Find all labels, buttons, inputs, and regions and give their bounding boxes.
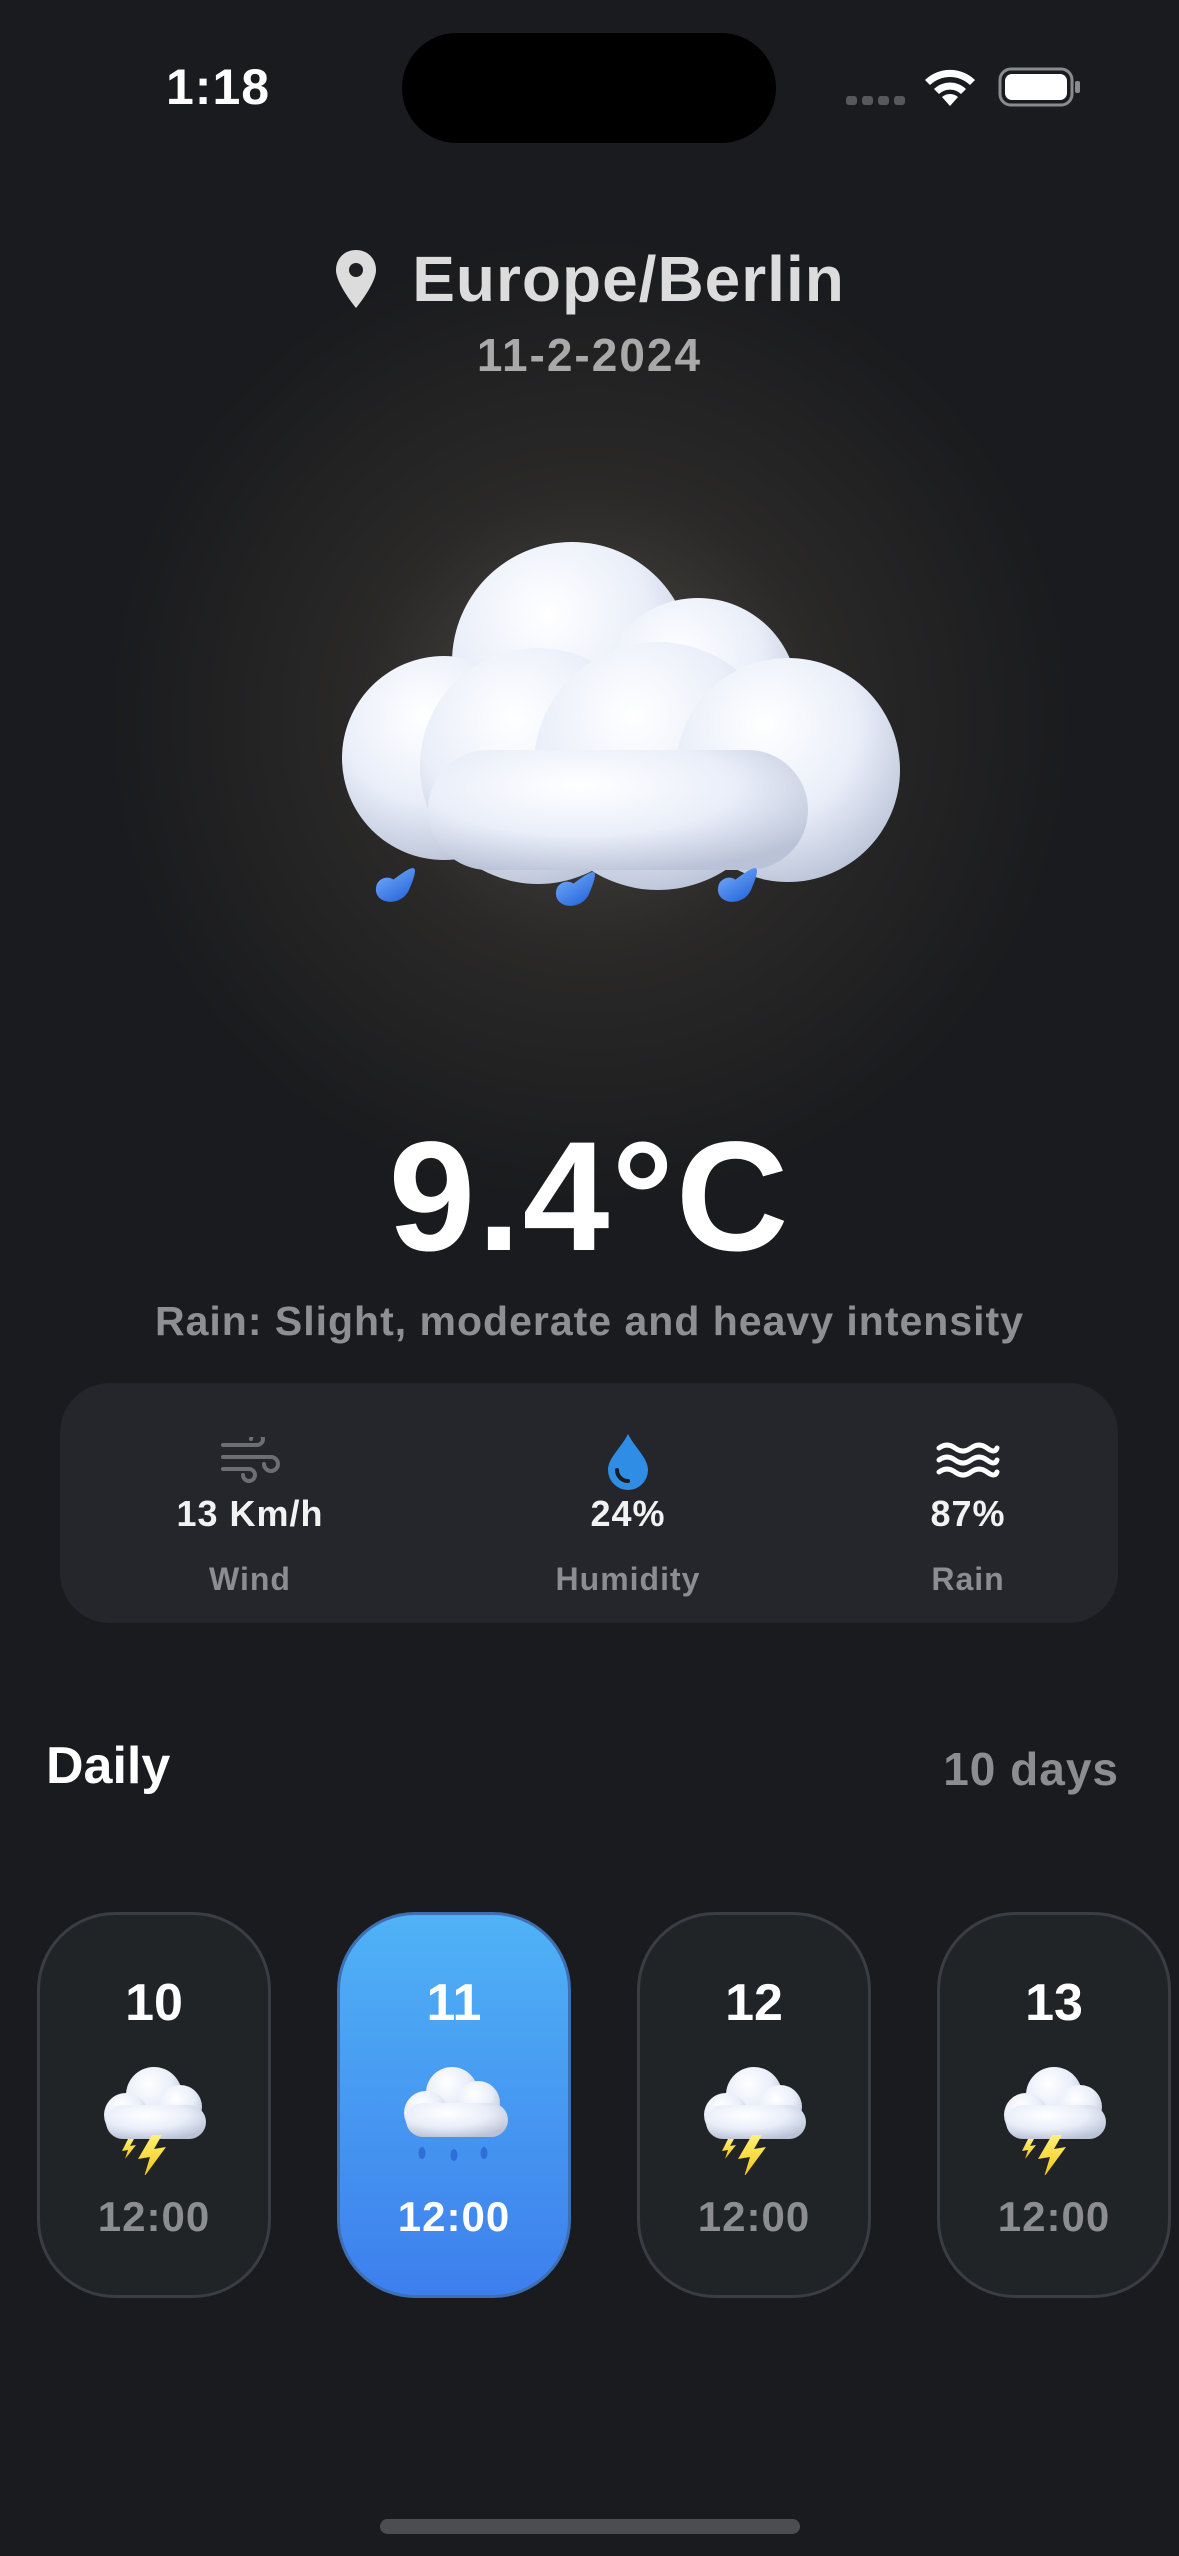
day-time: 12:00 — [997, 2193, 1111, 2240]
current-temperature: 9.4°C — [388, 1110, 791, 1284]
wind-stat: 13 Km/h Wind — [100, 1383, 400, 1623]
day-card-12[interactable]: 12 12:00 — [637, 1912, 871, 2298]
battery-icon — [998, 67, 1080, 107]
day-card-13[interactable]: 13 12:00 — [937, 1912, 1171, 2298]
day-time: 12:00 — [397, 2193, 511, 2240]
thunderstorm-icon — [104, 2067, 206, 2175]
day-number: 10 — [125, 1974, 183, 2032]
wind-label: Wind — [209, 1561, 291, 1597]
rain-value: 87% — [930, 1493, 1006, 1534]
home-indicator[interactable] — [380, 2519, 800, 2534]
current-date: 11-2-2024 — [476, 329, 703, 381]
wifi-icon — [925, 69, 975, 106]
day-time: 12:00 — [697, 2193, 811, 2240]
weather-condition: Rain: Slight, moderate and heavy intensi… — [154, 1298, 1024, 1344]
rain-label: Rain — [931, 1561, 1005, 1597]
day-number: 11 — [426, 1974, 482, 2032]
waves-icon — [936, 1442, 1000, 1478]
weather-stats-card: 13 Km/h Wind 24% Humidity 87% Rain — [60, 1383, 1118, 1623]
city-name: Europe/Berlin — [412, 243, 845, 315]
location-header: Europe/Berlin — [0, 242, 1179, 316]
humidity-label: Humidity — [555, 1561, 701, 1597]
rain-cloud-icon — [342, 542, 900, 906]
day-card-10[interactable]: 10 12:00 — [37, 1912, 271, 2298]
day-number: 13 — [1025, 1974, 1083, 2032]
day-number: 12 — [725, 1974, 783, 2032]
humidity-drop-icon — [608, 1434, 648, 1490]
thunderstorm-icon — [1004, 2067, 1106, 2175]
thunderstorm-icon — [704, 2067, 806, 2175]
wind-icon — [221, 1437, 280, 1483]
rain-stat: 87% Rain — [818, 1383, 1118, 1623]
daily-section-title: Daily — [46, 1737, 171, 1795]
dynamic-island — [402, 33, 776, 143]
humidity-stat: 24% Humidity — [478, 1383, 778, 1623]
humidity-value: 24% — [590, 1493, 666, 1534]
location-pin-icon — [336, 250, 377, 308]
ten-days-link[interactable]: 10 days — [943, 1742, 1119, 1796]
status-time: 1:18 — [166, 59, 271, 115]
day-card-11-selected[interactable]: 11 12:00 — [337, 1912, 571, 2298]
day-time: 12:00 — [97, 2193, 211, 2240]
rain-cloud-icon — [404, 2067, 508, 2161]
wind-value: 13 Km/h — [176, 1493, 324, 1534]
